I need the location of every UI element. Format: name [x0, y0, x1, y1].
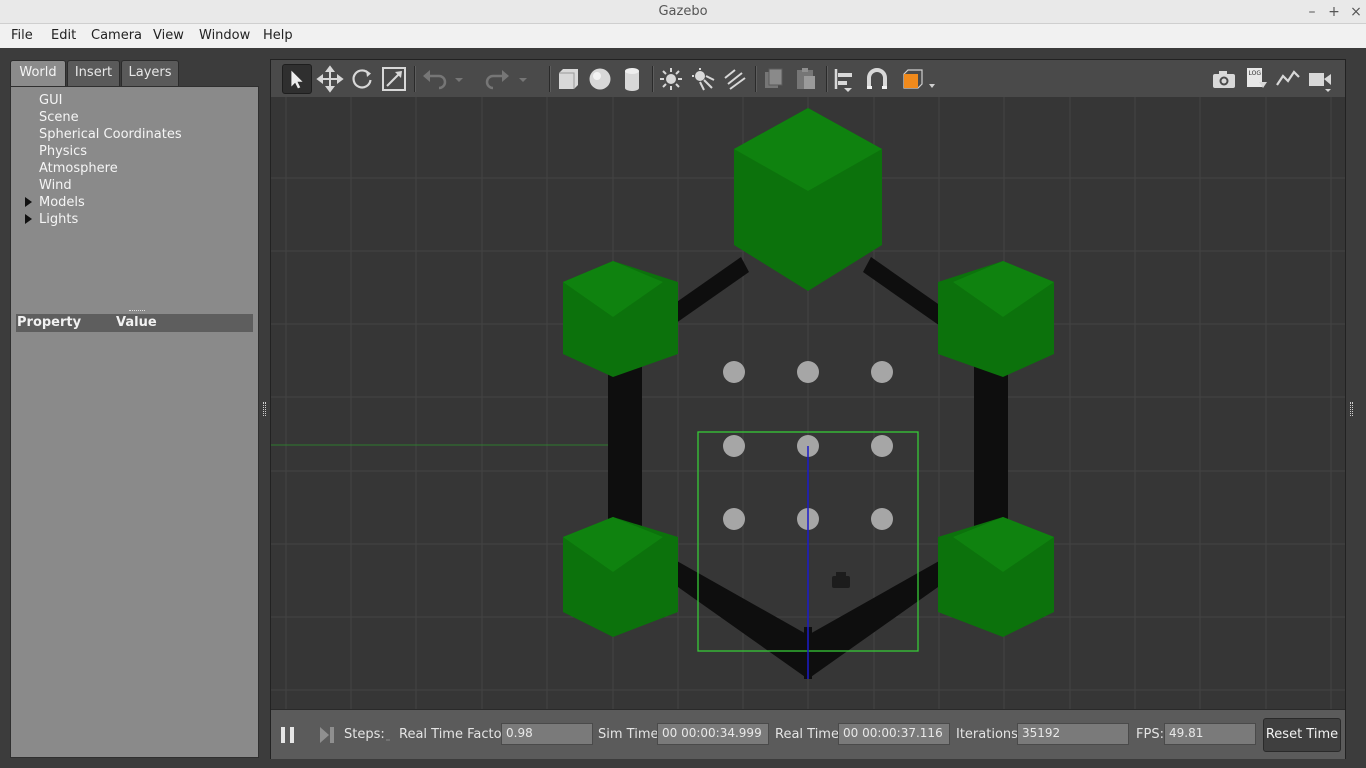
- menu-help[interactable]: Help: [263, 28, 293, 43]
- pause-icon[interactable]: [279, 725, 297, 745]
- fps-field: 49.81: [1164, 723, 1256, 745]
- iterations-label: Iterations:: [956, 727, 1023, 742]
- expand-arrow-icon[interactable]: [25, 197, 32, 207]
- screenshot-icon[interactable]: [1209, 64, 1239, 94]
- minimize-icon[interactable]: –: [1302, 2, 1322, 22]
- snap-icon[interactable]: [862, 64, 892, 94]
- record-video-icon[interactable]: [1305, 64, 1335, 94]
- menu-camera[interactable]: Camera: [91, 28, 142, 43]
- align-icon[interactable]: [830, 64, 860, 94]
- tab-world[interactable]: World: [10, 60, 66, 87]
- world-panel: GUI Scene Spherical Coordinates Physics …: [10, 86, 259, 758]
- panel-splitter-handle[interactable]: [129, 310, 145, 313]
- plot-icon[interactable]: [1273, 64, 1303, 94]
- maximize-icon[interactable]: +: [1324, 2, 1344, 22]
- fps-label: FPS:: [1136, 727, 1164, 742]
- toolbar-separator: [755, 66, 757, 92]
- property-table-header: Property Value: [16, 314, 253, 332]
- rotor-cube-upper-left[interactable]: [563, 261, 678, 377]
- toolbar-separator: [414, 66, 416, 92]
- menu-window[interactable]: Window: [199, 28, 250, 43]
- tab-layers[interactable]: Layers: [121, 60, 179, 86]
- rotor-cube-lower-left[interactable]: [563, 517, 678, 637]
- tree-item-gui[interactable]: GUI: [39, 93, 62, 108]
- toolbar-separator: [549, 66, 551, 92]
- toolbar: LOG: [271, 60, 1345, 98]
- value-column-header: Value: [116, 315, 157, 330]
- real-time-factor-field: 0.98: [501, 723, 593, 745]
- point-light-icon[interactable]: [656, 64, 686, 94]
- window-title: Gazebo: [658, 4, 708, 19]
- menu-edit[interactable]: Edit: [51, 28, 76, 43]
- expand-arrow-icon[interactable]: [25, 214, 32, 224]
- undo-icon[interactable]: [419, 64, 449, 94]
- svg-text:LOG: LOG: [1249, 70, 1262, 77]
- tree-item-models[interactable]: Models: [39, 195, 85, 210]
- step-icon[interactable]: [318, 725, 336, 745]
- select-mode-icon[interactable]: [282, 64, 312, 94]
- menu-bar: File Edit Camera View Window Help: [0, 24, 1366, 48]
- rotor-cube-top[interactable]: [734, 108, 882, 291]
- tree-item-wind[interactable]: Wind: [39, 178, 72, 193]
- cylinder-shape-icon[interactable]: [617, 64, 647, 94]
- iterations-field: 35192: [1017, 723, 1129, 745]
- spot-light-icon[interactable]: [688, 64, 718, 94]
- rotor-cube-lower-right[interactable]: [938, 517, 1054, 637]
- tree-item-atmosphere[interactable]: Atmosphere: [39, 161, 118, 176]
- right-splitter-handle[interactable]: [1350, 402, 1353, 416]
- tree-item-lights[interactable]: Lights: [39, 212, 78, 227]
- tree-item-scene[interactable]: Scene: [39, 110, 79, 125]
- toolbar-separator: [826, 66, 828, 92]
- title-bar: Gazebo – + ×: [0, 0, 1366, 24]
- steps-label: Steps:: [344, 727, 385, 742]
- scale-icon[interactable]: [379, 64, 409, 94]
- tree-item-physics[interactable]: Physics: [39, 144, 87, 159]
- 3d-viewport[interactable]: [271, 97, 1345, 709]
- toolbar-separator: [652, 66, 654, 92]
- paste-icon[interactable]: [791, 64, 821, 94]
- sim-time-field: 00 00:00:34.999: [657, 723, 769, 745]
- box-shape-icon[interactable]: [553, 64, 583, 94]
- close-icon[interactable]: ×: [1346, 2, 1366, 22]
- directional-light-icon[interactable]: [720, 64, 750, 94]
- redo-dropdown-icon[interactable]: [517, 64, 529, 94]
- menu-file[interactable]: File: [11, 28, 33, 43]
- rotor-cube-upper-right[interactable]: [938, 261, 1054, 377]
- simulation-status-bar: Steps: Real Time Factor: 0.98 Sim Time: …: [271, 709, 1345, 759]
- left-panel: World Insert Layers GUI Scene Spherical …: [0, 48, 262, 768]
- reset-time-button[interactable]: Reset Time: [1263, 718, 1341, 752]
- log-icon[interactable]: LOG: [1241, 64, 1271, 94]
- real-time-field: 00 00:00:37.116: [838, 723, 950, 745]
- render-area: LOG Steps: Real Time Factor: 0.98 Sim Ti…: [270, 59, 1346, 759]
- tab-insert[interactable]: Insert: [67, 60, 120, 86]
- scene-canvas[interactable]: [271, 97, 1345, 709]
- undo-dropdown-icon[interactable]: [453, 64, 465, 94]
- sphere-shape-icon[interactable]: [585, 64, 615, 94]
- steps-spinbox-icon[interactable]: [384, 732, 394, 742]
- menu-view[interactable]: View: [153, 28, 184, 43]
- redo-icon[interactable]: [483, 64, 513, 94]
- view-angle-icon[interactable]: [898, 64, 938, 94]
- real-time-factor-label: Real Time Factor:: [399, 727, 512, 742]
- sim-time-label: Sim Time:: [598, 727, 663, 742]
- translate-icon[interactable]: [315, 64, 345, 94]
- real-time-label: Real Time:: [775, 727, 844, 742]
- rotate-icon[interactable]: [347, 64, 377, 94]
- property-column-header: Property: [17, 315, 82, 330]
- left-splitter-handle[interactable]: [263, 402, 266, 416]
- robot-model-icon[interactable]: [832, 572, 850, 588]
- copy-icon[interactable]: [759, 64, 789, 94]
- tree-item-spherical-coordinates[interactable]: Spherical Coordinates: [39, 127, 182, 142]
